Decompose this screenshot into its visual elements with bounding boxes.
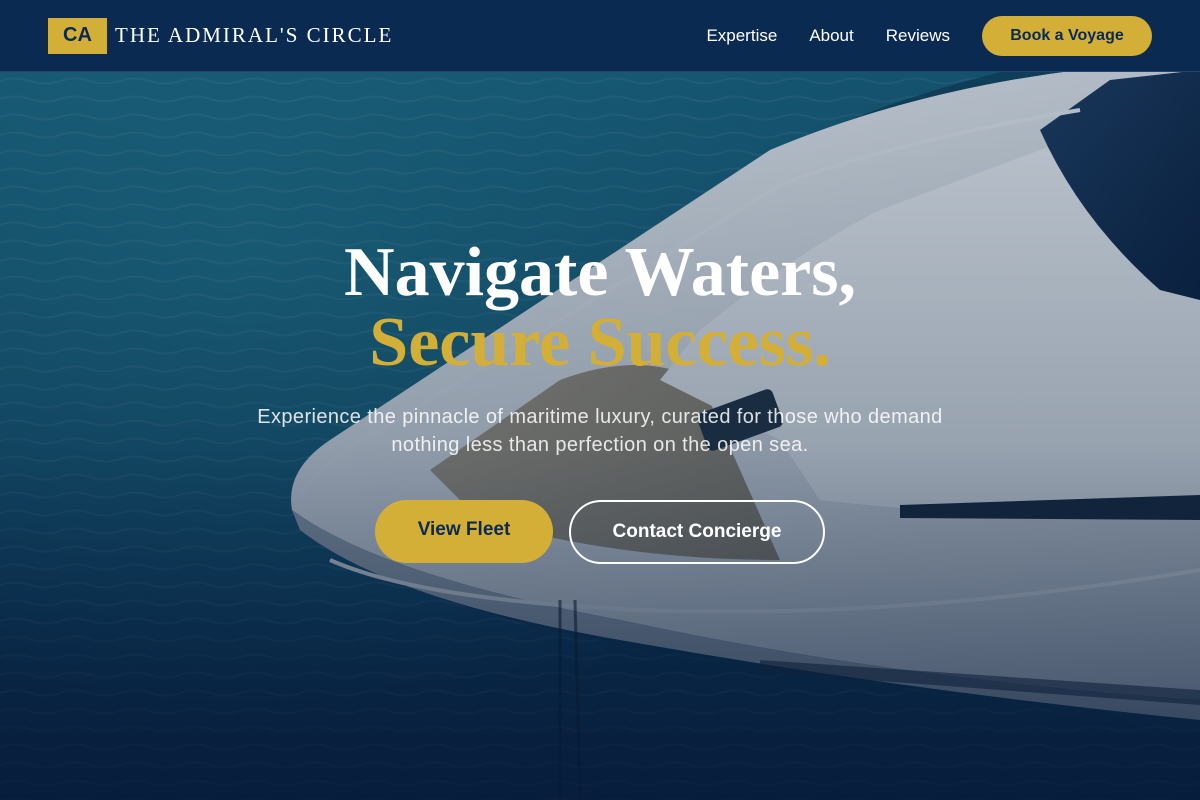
logo-mark: CA (48, 17, 107, 54)
contact-concierge-button[interactable]: Contact Concierge (569, 500, 825, 564)
book-voyage-button[interactable]: Book a Voyage (982, 15, 1152, 56)
hero-subtext-line1: Experience the pinnacle of maritime luxu… (257, 406, 943, 428)
navbar: CA THE ADMIRAL'S CIRCLE Expertise About … (0, 0, 1200, 72)
logo[interactable]: CA THE ADMIRAL'S CIRCLE (48, 17, 394, 54)
view-fleet-button[interactable]: View Fleet (375, 500, 553, 563)
nav-links: Expertise About Reviews Book a Voyage (706, 15, 1152, 56)
hero-subtext-line2: nothing less than perfection on the open… (391, 434, 809, 456)
brand-name: THE ADMIRAL'S CIRCLE (115, 23, 394, 47)
nav-link-expertise[interactable]: Expertise (706, 26, 777, 46)
hero-headline-line1: Navigate Waters, (344, 234, 856, 311)
hero-content: Navigate Waters, Secure Success. Experie… (0, 0, 1200, 800)
nav-link-reviews[interactable]: Reviews (886, 26, 950, 46)
hero-subtext: Experience the pinnacle of maritime luxu… (200, 403, 1000, 459)
nav-link-about[interactable]: About (809, 26, 853, 46)
hero-headline-line2: Secure Success. (369, 304, 831, 381)
